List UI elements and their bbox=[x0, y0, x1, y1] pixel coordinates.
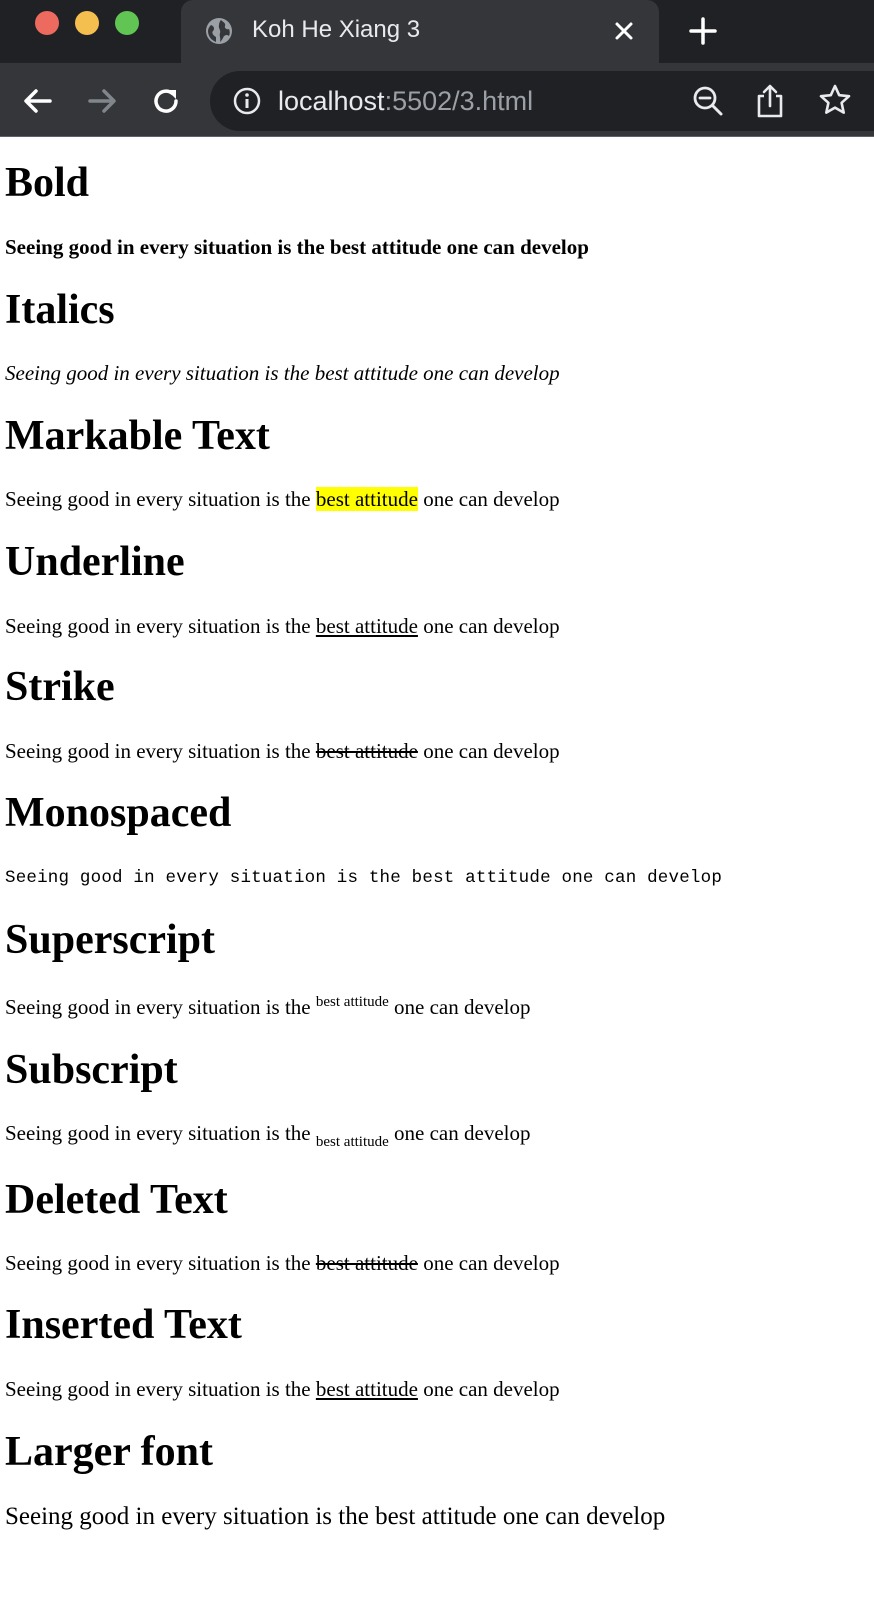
star-icon[interactable] bbox=[818, 83, 852, 117]
browser-toolbar: localhost:5502/3.html bbox=[0, 63, 874, 137]
text-after: one can develop bbox=[417, 1377, 560, 1401]
larger-font-paragraph: Seeing good in every situation is the be… bbox=[5, 1503, 666, 1530]
share-icon[interactable] bbox=[754, 83, 786, 119]
bold-paragraph: Seeing good in every situation is the be… bbox=[5, 235, 589, 259]
text-after: one can develop bbox=[417, 1251, 560, 1275]
text-before: Seeing good in every situation is the bbox=[5, 487, 316, 511]
globe-icon bbox=[206, 18, 232, 44]
superscript-paragraph: Seeing good in every situation is the be… bbox=[5, 993, 530, 1021]
heading-strike: Strike bbox=[5, 664, 115, 710]
close-icon[interactable] bbox=[610, 17, 638, 45]
text-after: one can develop bbox=[417, 487, 560, 511]
maximize-window-button[interactable] bbox=[115, 11, 139, 35]
inserted-text: best attitude bbox=[315, 1377, 418, 1401]
text-before: Seeing good in every situation is the bbox=[5, 614, 316, 638]
subscript-text: best attitude bbox=[315, 1134, 389, 1150]
heading-bold: Bold bbox=[5, 160, 90, 206]
url-host: localhost bbox=[278, 86, 385, 116]
marked-text: best attitude bbox=[315, 487, 418, 511]
browser-tab-bar: Koh He Xiang 3 bbox=[0, 0, 874, 63]
heading-markable-text: Markable Text bbox=[5, 413, 270, 459]
heading-monospaced: Monospaced bbox=[5, 790, 232, 836]
heading-italics: Italics bbox=[5, 287, 115, 333]
address-bar[interactable]: localhost:5502/3.html bbox=[210, 71, 874, 131]
close-window-button[interactable] bbox=[35, 11, 59, 35]
reload-icon[interactable] bbox=[148, 83, 184, 119]
arrow-left-icon[interactable] bbox=[20, 83, 56, 119]
deleted-paragraph: Seeing good in every situation is the be… bbox=[5, 1249, 560, 1277]
text-before: Seeing good in every situation is the bbox=[5, 739, 316, 763]
text-after: one can develop bbox=[417, 614, 560, 638]
monospaced-paragraph: Seeing good in every situation is the be… bbox=[5, 868, 723, 888]
tab-title: Koh He Xiang 3 bbox=[252, 16, 421, 43]
text-after: one can develop bbox=[388, 995, 531, 1019]
url-text[interactable]: localhost:5502/3.html bbox=[278, 83, 533, 119]
struck-text: best attitude bbox=[315, 739, 418, 763]
underlined-text: best attitude bbox=[315, 614, 418, 638]
underline-paragraph: Seeing good in every situation is the be… bbox=[5, 612, 560, 640]
text-before: Seeing good in every situation is the bbox=[5, 1251, 316, 1275]
heading-subscript: Subscript bbox=[5, 1047, 178, 1093]
text-before: Seeing good in every situation is the bbox=[5, 1121, 316, 1145]
heading-larger-font: Larger font bbox=[5, 1429, 214, 1475]
text-after: one can develop bbox=[417, 739, 560, 763]
url-path: :5502/3.html bbox=[384, 86, 534, 116]
superscript-text: best attitude bbox=[315, 994, 389, 1010]
text-before: Seeing good in every situation is the bbox=[5, 995, 316, 1019]
heading-deleted-text: Deleted Text bbox=[5, 1177, 228, 1223]
heading-inserted-text: Inserted Text bbox=[5, 1302, 242, 1348]
zoom-out-icon[interactable] bbox=[692, 85, 724, 117]
minimize-window-button[interactable] bbox=[75, 11, 99, 35]
inserted-paragraph: Seeing good in every situation is the be… bbox=[5, 1375, 560, 1403]
arrow-right-icon[interactable] bbox=[84, 83, 120, 119]
deleted-text: best attitude bbox=[315, 1251, 418, 1275]
italic-paragraph: Seeing good in every situation is the be… bbox=[5, 361, 560, 385]
heading-underline: Underline bbox=[5, 539, 185, 585]
heading-superscript: Superscript bbox=[5, 917, 215, 963]
browser-tab[interactable]: Koh He Xiang 3 bbox=[181, 0, 659, 63]
page-content: Bold Seeing good in every situation is t… bbox=[0, 137, 874, 1622]
text-before: Seeing good in every situation is the bbox=[5, 1377, 316, 1401]
plus-icon[interactable] bbox=[687, 15, 719, 47]
subscript-paragraph: Seeing good in every situation is the be… bbox=[5, 1119, 531, 1150]
markable-paragraph: Seeing good in every situation is the be… bbox=[5, 485, 560, 513]
info-icon[interactable] bbox=[232, 86, 262, 116]
text-after: one can develop bbox=[388, 1121, 531, 1145]
strike-paragraph: Seeing good in every situation is the be… bbox=[5, 737, 560, 765]
